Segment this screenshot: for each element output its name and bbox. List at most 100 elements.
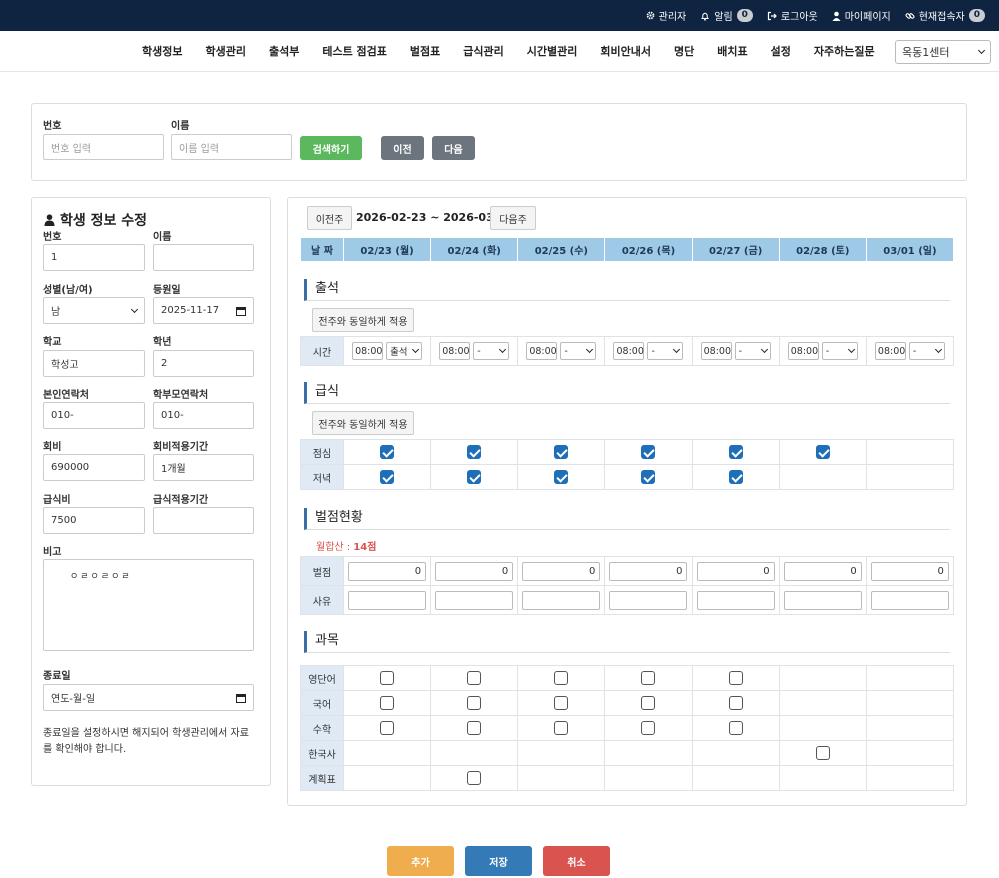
- checkbox[interactable]: [815, 746, 830, 760]
- status-select[interactable]: -: [473, 342, 510, 360]
- center-select[interactable]: 옥동1센터: [895, 40, 991, 64]
- attendance-copy-button[interactable]: 전주와 동일하게 적용: [312, 308, 414, 332]
- nav-item[interactable]: 테스트 점검표: [322, 43, 387, 59]
- name-field[interactable]: [153, 244, 254, 271]
- checkbox[interactable]: [728, 671, 743, 685]
- next-student-button[interactable]: 다음: [432, 136, 475, 160]
- penalty-reason-input[interactable]: [783, 590, 862, 610]
- time-input[interactable]: 08:00: [700, 342, 732, 360]
- checkbox[interactable]: [554, 445, 569, 459]
- end-date-field[interactable]: 연도-월-일: [43, 684, 254, 711]
- nav-item[interactable]: 급식관리: [463, 43, 503, 59]
- admin-link[interactable]: 관리자: [646, 8, 686, 23]
- alerts-link[interactable]: 알림 0: [700, 8, 753, 23]
- penalty-reason-input[interactable]: [522, 590, 601, 610]
- number-field[interactable]: 1: [43, 244, 145, 271]
- nav-item[interactable]: 학생관리: [205, 43, 245, 59]
- status-select[interactable]: -: [821, 342, 858, 360]
- nav-item[interactable]: 벌점표: [410, 43, 440, 59]
- status-select[interactable]: 출석: [386, 342, 423, 360]
- checkbox[interactable]: [728, 721, 743, 735]
- checkbox[interactable]: [641, 470, 656, 484]
- penalty-score-input[interactable]: 0: [435, 561, 514, 581]
- penalty-reason-input[interactable]: [435, 590, 514, 610]
- checkbox[interactable]: [380, 470, 395, 484]
- status-select[interactable]: -: [647, 342, 684, 360]
- phone-field[interactable]: 010-: [43, 402, 145, 429]
- penalty-score-input[interactable]: 0: [522, 561, 601, 581]
- time-input[interactable]: 08:00: [874, 342, 906, 360]
- prev-week-button[interactable]: 이전주: [307, 206, 352, 230]
- search-button[interactable]: 검색하기: [300, 136, 362, 160]
- checkbox[interactable]: [380, 721, 395, 735]
- checkbox[interactable]: [641, 671, 656, 685]
- nav-item[interactable]: 명단: [674, 43, 694, 59]
- parent-phone-field[interactable]: 010-: [153, 402, 254, 429]
- checkbox[interactable]: [641, 721, 656, 735]
- checkbox[interactable]: [554, 721, 569, 735]
- nav-item[interactable]: 학생정보: [142, 43, 182, 59]
- next-week-button[interactable]: 다음주: [490, 206, 536, 230]
- logout-link[interactable]: 로그아웃: [767, 8, 818, 23]
- checkbox[interactable]: [467, 671, 482, 685]
- penalty-reason-input[interactable]: [609, 590, 688, 610]
- checkbox[interactable]: [728, 470, 743, 484]
- checkbox[interactable]: [554, 671, 569, 685]
- penalty-score-input[interactable]: 0: [696, 561, 775, 581]
- penalty-reason-input[interactable]: [696, 590, 775, 610]
- save-button[interactable]: 저장: [465, 846, 532, 876]
- checkbox[interactable]: [554, 470, 569, 484]
- penalty-score-input[interactable]: 0: [783, 561, 862, 581]
- nav-item[interactable]: 설정: [771, 43, 791, 59]
- status-select[interactable]: -: [560, 342, 597, 360]
- checkbox[interactable]: [728, 696, 743, 710]
- grade-field[interactable]: 2: [153, 350, 254, 377]
- meals-copy-button[interactable]: 전주와 동일하게 적용: [312, 411, 414, 435]
- checkbox[interactable]: [380, 445, 395, 459]
- add-button[interactable]: 추가: [387, 846, 454, 876]
- checkbox[interactable]: [467, 696, 482, 710]
- meal-period-field[interactable]: [153, 507, 254, 534]
- regdate-field[interactable]: 2025-11-17: [153, 297, 254, 324]
- checkbox[interactable]: [467, 721, 482, 735]
- checkbox[interactable]: [554, 696, 569, 710]
- penalty-score-input[interactable]: 0: [870, 561, 949, 581]
- gender-select[interactable]: 남: [43, 297, 145, 324]
- online-link[interactable]: 현재접속자 0: [905, 8, 985, 23]
- mypage-link[interactable]: 마이페이지: [832, 8, 891, 23]
- nav-item[interactable]: 시간별관리: [527, 43, 578, 59]
- nav-item[interactable]: 배치표: [717, 43, 747, 59]
- checkbox[interactable]: [380, 671, 395, 685]
- fee-field[interactable]: 690000: [43, 454, 145, 481]
- cancel-button[interactable]: 취소: [543, 846, 610, 876]
- checkbox[interactable]: [815, 445, 830, 459]
- checkbox[interactable]: [467, 470, 482, 484]
- fee-period-field[interactable]: 1개월: [153, 454, 254, 481]
- status-select[interactable]: -: [734, 342, 771, 360]
- time-input[interactable]: 08:00: [352, 342, 384, 360]
- penalty-score-input[interactable]: 0: [609, 561, 688, 581]
- time-input[interactable]: 08:00: [787, 342, 819, 360]
- time-input[interactable]: 08:00: [526, 342, 558, 360]
- name-search-input[interactable]: 이름 입력: [171, 134, 292, 160]
- checkbox[interactable]: [467, 445, 482, 459]
- penalty-score-input[interactable]: 0: [348, 561, 427, 581]
- memo-textarea[interactable]: ㅇㄹㅇㄹㅇㄹ: [43, 559, 254, 651]
- nav-item[interactable]: 자주하는질문: [814, 43, 875, 59]
- checkbox[interactable]: [380, 696, 395, 710]
- nav-item[interactable]: 출석부: [269, 43, 299, 59]
- checkbox[interactable]: [641, 696, 656, 710]
- school-field[interactable]: 학성고: [43, 350, 145, 377]
- checkbox[interactable]: [641, 445, 656, 459]
- checkbox[interactable]: [467, 771, 482, 785]
- nav-item[interactable]: 회비안내서: [600, 43, 651, 59]
- penalty-reason-input[interactable]: [870, 590, 949, 610]
- meal-fee-field[interactable]: 7500: [43, 507, 145, 534]
- status-select[interactable]: -: [908, 342, 945, 360]
- prev-student-button[interactable]: 이전: [381, 136, 424, 160]
- time-input[interactable]: 08:00: [613, 342, 645, 360]
- penalty-reason-input[interactable]: [348, 590, 427, 610]
- number-search-input[interactable]: 번호 입력: [43, 134, 164, 160]
- checkbox[interactable]: [728, 445, 743, 459]
- time-input[interactable]: 08:00: [439, 342, 471, 360]
